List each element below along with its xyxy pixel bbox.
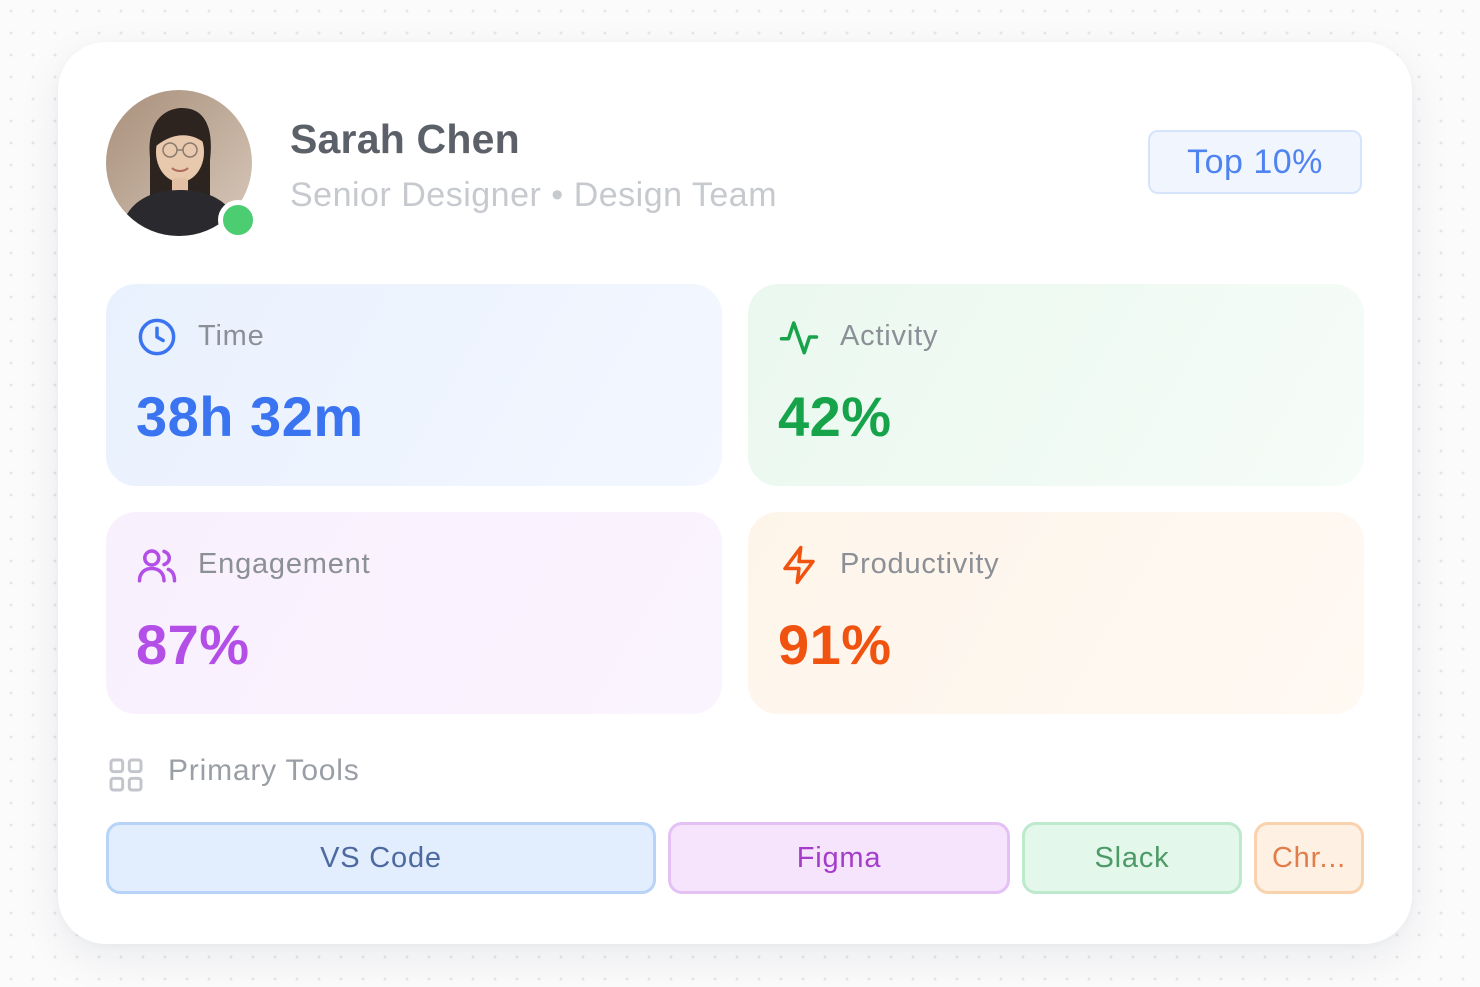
stat-value-engagement: 87% [136,613,250,676]
profile-name: Sarah Chen [290,116,520,162]
stat-value-time: 38h 32m [136,385,364,448]
tool-chip-figma[interactable]: Figma [668,822,1010,894]
stat-label-productivity: Productivity [840,548,1000,580]
grid-icon [109,758,143,792]
profile-subtitle: Senior Designer • Design Team [290,176,777,215]
stat-label-engagement: Engagement [198,548,371,580]
stat-label-activity: Activity [840,320,939,352]
clock-icon [138,318,176,356]
users-icon [137,549,177,583]
stat-card-productivity[interactable]: Productivity 91% [748,512,1364,714]
online-status-dot [218,200,258,240]
profile-role: Senior Designer [290,176,542,214]
activity-icon [779,321,819,355]
primary-tools-heading: Primary Tools [168,754,360,787]
tool-chip-slack[interactable]: Slack [1022,822,1242,894]
stat-card-activity[interactable]: Activity 42% [748,284,1364,486]
stat-label-time: Time [198,320,265,352]
stat-card-engagement[interactable]: Engagement 87% [106,512,722,714]
stat-value-activity: 42% [778,385,892,448]
avatar[interactable] [106,90,258,240]
rank-badge: Top 10% [1148,130,1362,194]
stat-value-productivity: 91% [778,613,892,676]
stat-card-time[interactable]: Time 38h 32m [106,284,722,486]
profile-card: Sarah Chen Senior Designer • Design Team T… [58,42,1412,944]
tool-chip-vscode[interactable]: VS Code [106,822,656,894]
profile-team: Design Team [573,176,778,214]
tool-chip-chrome[interactable]: Chr... [1254,822,1364,894]
zap-icon [783,545,815,585]
subtitle-separator: • [551,176,564,214]
